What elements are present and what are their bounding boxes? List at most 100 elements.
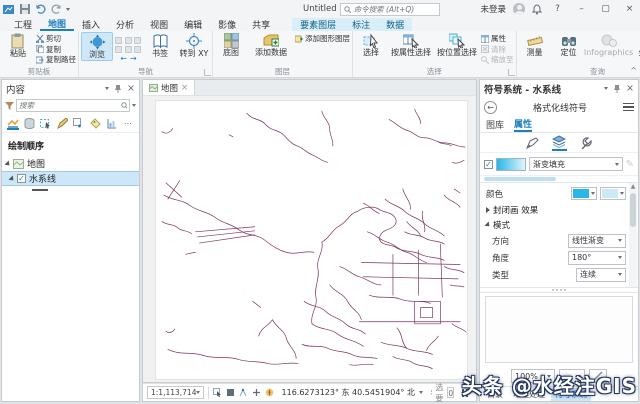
vertical-scrollbar[interactable]: ▲	[629, 183, 637, 287]
account-avatar[interactable]	[513, 3, 525, 15]
qat-customize-icon[interactable]	[66, 7, 70, 11]
add-graphics-layer-button[interactable]: 添加图形图层	[295, 34, 350, 43]
tab-map[interactable]: 地图	[40, 18, 75, 31]
tab-properties[interactable]: 属性	[514, 117, 533, 132]
layers-tab-icon[interactable]	[551, 135, 567, 151]
close-pane-icon[interactable]: ×	[127, 83, 135, 94]
scale-dropdown[interactable]: 1:1,113,714	[147, 386, 205, 399]
copy-button[interactable]: 复制	[36, 45, 76, 54]
tab-data[interactable]: 数据	[378, 18, 412, 31]
structure-tab-icon[interactable]	[579, 135, 594, 151]
zoom-out-icon[interactable]	[124, 37, 132, 44]
snapping-toggle-icon[interactable]	[239, 387, 248, 398]
attributes-button[interactable]: 属性	[481, 34, 514, 43]
symbol-tab-icon[interactable]	[525, 135, 540, 151]
navigator-icon[interactable]	[265, 387, 274, 398]
filter-icon[interactable]	[5, 101, 14, 110]
clear-selection-button[interactable]: 清除	[481, 45, 514, 54]
command-search-input[interactable]	[353, 4, 434, 14]
bookmarks-button[interactable]: 书签	[144, 32, 176, 59]
list-by-selection-icon[interactable]	[40, 117, 52, 130]
paste-button[interactable]: 粘贴	[2, 32, 34, 59]
back-icon[interactable]: ←	[484, 100, 497, 114]
locate-button[interactable]: 定位	[553, 32, 585, 58]
back-arrow-icon[interactable]: ←	[120, 54, 127, 63]
color1-dropdown[interactable]	[571, 187, 597, 200]
tab-feature-layer[interactable]: 要素图层	[292, 18, 344, 31]
explore-button[interactable]: 浏览	[81, 32, 113, 61]
contents-search-box[interactable]	[16, 99, 130, 112]
tab-share[interactable]: 共享	[244, 18, 278, 31]
command-search[interactable]	[339, 2, 440, 16]
cut-button[interactable]: 剪切	[36, 34, 76, 43]
forward-arrow-icon[interactable]: →	[130, 54, 137, 63]
tab-labeling[interactable]: 标注	[344, 18, 378, 31]
gradient-swatch[interactable]	[496, 157, 526, 171]
save-icon[interactable]	[18, 3, 31, 16]
full-extent-icon[interactable]	[134, 37, 141, 44]
tab-imagery[interactable]: 影像	[210, 18, 244, 31]
basemap-button[interactable]: 底图	[215, 32, 247, 58]
search-options-icon[interactable]	[132, 104, 136, 107]
tab-analysis[interactable]: 分析	[108, 18, 142, 31]
coords-options-icon[interactable]	[418, 391, 423, 394]
full-extent-icon[interactable]	[226, 387, 235, 398]
map-canvas-area[interactable]	[142, 95, 477, 383]
list-by-labeling-icon[interactable]	[89, 117, 101, 130]
goto-xy-button[interactable]: 转到 XY	[178, 32, 210, 59]
list-by-snapping-icon[interactable]	[73, 117, 85, 130]
expander-icon[interactable]	[4, 159, 12, 168]
fixed-zoom-out-icon[interactable]	[124, 45, 132, 53]
minimize-button[interactable]: –	[573, 2, 590, 16]
pin-icon[interactable]	[613, 84, 621, 93]
copy-path-button[interactable]: 复制路径	[36, 55, 76, 64]
undo-icon[interactable]	[34, 3, 47, 16]
tab-insert[interactable]: 插入	[74, 18, 108, 31]
toc-map-item[interactable]: 地图	[2, 156, 139, 171]
expander-icon[interactable]	[8, 174, 16, 183]
notifications-bell-icon[interactable]	[532, 3, 542, 15]
horizontal-scrollbar[interactable]	[480, 175, 638, 182]
pane-options-icon[interactable]	[105, 87, 110, 90]
pattern-section-header[interactable]: 模式	[484, 217, 626, 232]
coordinates-readout[interactable]: 116.6273123° 东 40.5451904° 北	[282, 387, 415, 398]
navigate-dialog-launcher-icon[interactable]	[204, 69, 211, 76]
add-data-button[interactable]: 添加数据	[249, 32, 293, 58]
tab-view[interactable]: 视图	[142, 18, 176, 31]
close-tab-icon[interactable]: ×	[181, 83, 188, 93]
list-by-data-source-icon[interactable]	[23, 117, 35, 130]
close-pane-icon[interactable]: ×	[626, 83, 634, 94]
measure-button[interactable]: 测量	[519, 32, 551, 58]
effects-section-header[interactable]: 封闭画 效果	[486, 202, 626, 217]
previous-extent-icon[interactable]	[134, 45, 141, 53]
layer-type-dropdown[interactable]: 渐变填充	[529, 157, 623, 171]
color2-dropdown[interactable]	[600, 187, 626, 200]
toc-more-icon[interactable]: ⋯	[122, 117, 134, 130]
sign-in-status[interactable]: 未登录	[480, 3, 506, 15]
type-dropdown[interactable]: 连续	[576, 267, 626, 282]
selection-dialog-launcher-icon[interactable]	[507, 69, 515, 76]
coordinate-conversion-button[interactable]: 坐标转换	[633, 32, 640, 58]
layer-symbol-sample[interactable]	[32, 189, 48, 191]
angle-dropdown[interactable]: 180°	[568, 250, 626, 265]
list-by-charts-icon[interactable]	[105, 117, 117, 130]
tab-edit[interactable]: 编辑	[176, 18, 210, 31]
toc-layer-item[interactable]: ✓ 水系线	[2, 171, 139, 186]
zoom-to-selection-button[interactable]: 缩放至	[481, 55, 514, 64]
preview-splitter[interactable]	[480, 287, 638, 293]
direction-dropdown[interactable]: 线性渐变	[568, 233, 626, 248]
select-by-location-button[interactable]: 按位置选择	[435, 32, 479, 58]
zoom-in-icon[interactable]	[115, 37, 122, 44]
map-document-tab[interactable]: 地图 ×	[143, 80, 196, 95]
pin-icon[interactable]	[114, 84, 122, 93]
select-tool-icon[interactable]	[212, 387, 222, 398]
layer-checkbox[interactable]: ✓	[17, 174, 26, 183]
tab-project[interactable]: 工程	[6, 18, 40, 31]
maximize-button[interactable]: ▢	[597, 2, 614, 16]
close-button[interactable]: ×	[621, 2, 638, 16]
collapse-ribbon-icon[interactable]: ^	[630, 66, 637, 75]
infographics-button[interactable]: Infographics	[584, 32, 633, 58]
tab-gallery[interactable]: 图库	[486, 117, 504, 132]
fixed-zoom-in-icon[interactable]	[115, 45, 122, 53]
list-by-editing-icon[interactable]	[56, 117, 68, 130]
